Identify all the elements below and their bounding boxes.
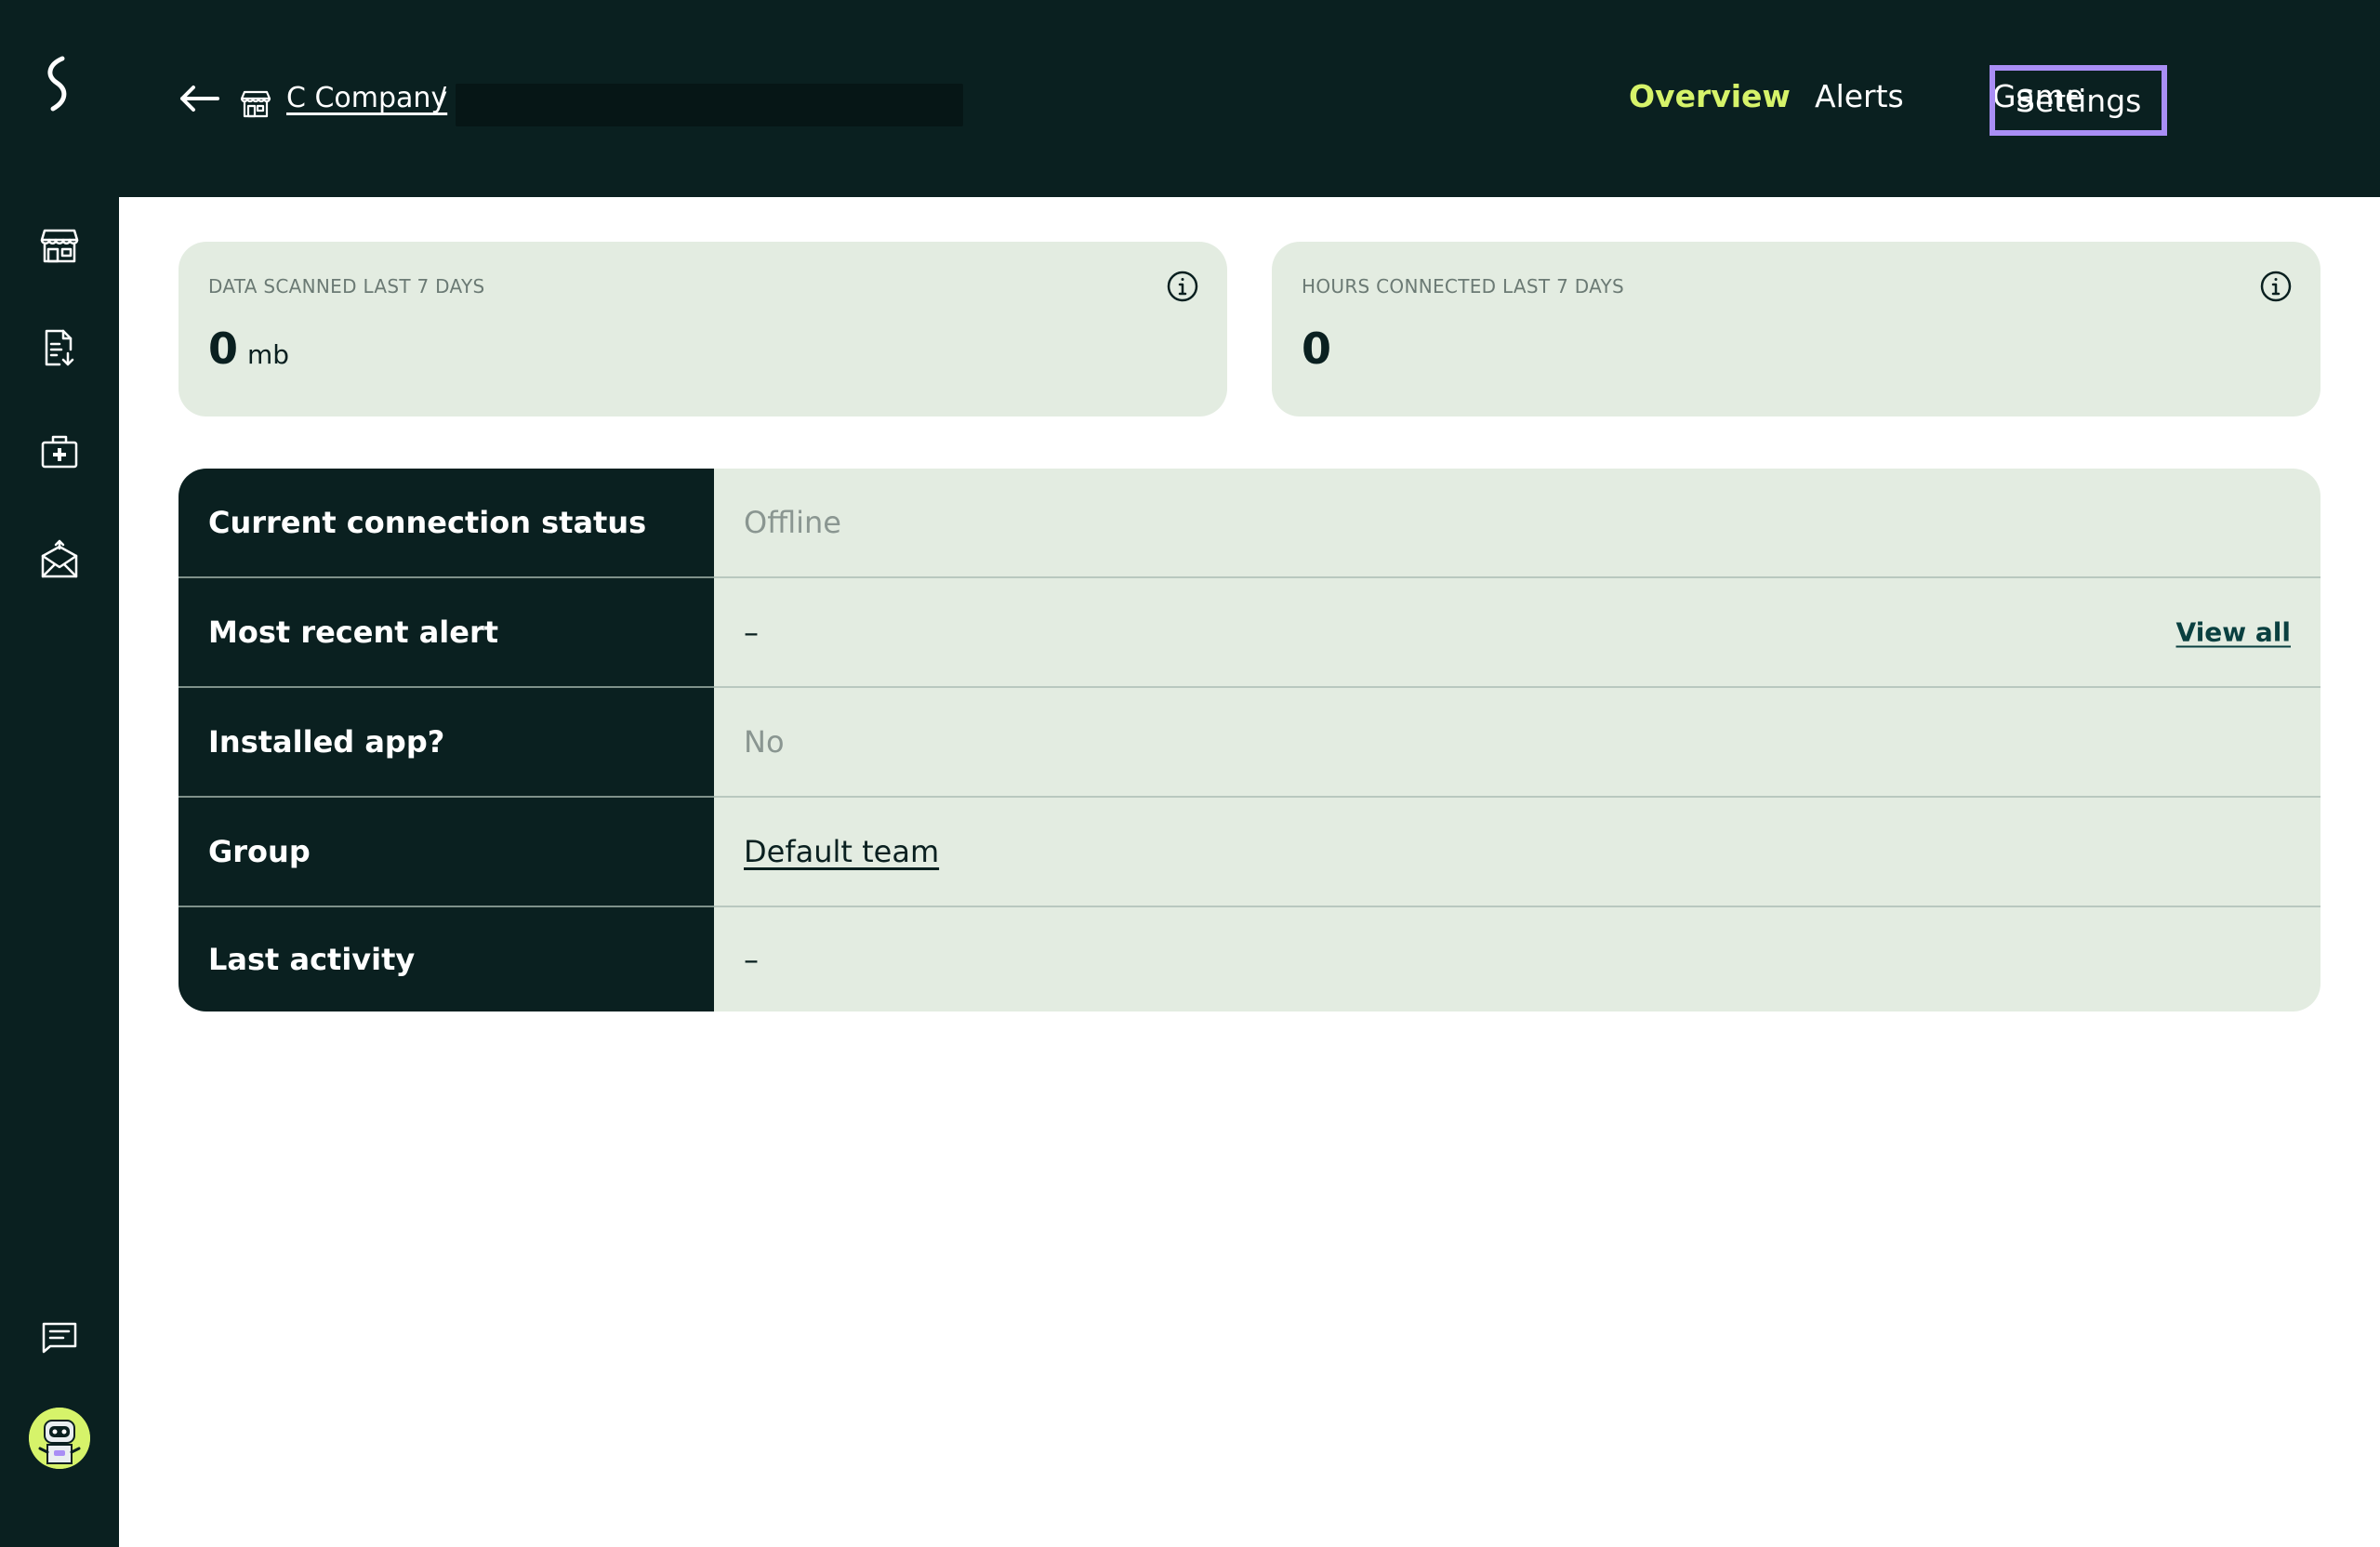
hours-connected-card: HOURS CONNECTED LAST 7 DAYS 0 — [1272, 242, 2320, 416]
breadcrumb-company-link[interactable]: C Company — [286, 82, 447, 114]
table-row: Last activity – — [178, 907, 2320, 1012]
row-label: Group — [178, 798, 714, 906]
info-icon[interactable] — [2259, 270, 2293, 303]
last-activity-value: – — [744, 942, 759, 977]
data-scanned-card: DATA SCANNED LAST 7 DAYS 0 mb — [178, 242, 1227, 416]
connection-status-value: Offline — [744, 505, 841, 540]
hours-connected-label: HOURS CONNECTED LAST 7 DAYS — [1302, 275, 1625, 298]
data-scanned-number: 0 — [208, 324, 239, 374]
tab-alerts[interactable]: Alerts — [1811, 78, 1908, 114]
group-value: Default team — [714, 798, 2320, 906]
data-scanned-label: DATA SCANNED LAST 7 DAYS — [208, 275, 485, 298]
back-arrow-icon[interactable] — [175, 78, 223, 119]
avatar[interactable] — [29, 1408, 90, 1469]
tab-settings[interactable]: Settings — [1990, 65, 2168, 136]
row-label: Last activity — [178, 907, 714, 1012]
tab-overview[interactable]: Overview — [1625, 78, 1794, 114]
installed-app-value: No — [744, 724, 785, 760]
first-aid-icon[interactable] — [32, 424, 87, 480]
table-row: Group Default team — [178, 798, 2320, 906]
breadcrumb-separator: / — [437, 82, 447, 114]
table-row: Installed app? No — [178, 688, 2320, 796]
row-label: Most recent alert — [178, 578, 714, 686]
view-all-alerts-link[interactable]: View all — [2176, 617, 2291, 648]
group-link[interactable]: Default team — [744, 834, 939, 869]
device-details-table: Current connection status Offline Most r… — [178, 469, 2320, 1012]
row-label: Current connection status — [178, 469, 714, 576]
store-icon[interactable] — [32, 218, 87, 273]
data-scanned-value: 0 mb — [208, 324, 289, 374]
report-download-icon[interactable] — [32, 320, 87, 376]
chat-icon[interactable] — [32, 1309, 87, 1365]
recent-alert-text: – — [744, 615, 759, 650]
table-row: Current connection status Offline — [178, 469, 2320, 576]
breadcrumb-current-redacted — [456, 84, 963, 126]
data-scanned-unit: mb — [247, 339, 290, 370]
table-row: Most recent alert – View all — [178, 578, 2320, 686]
info-icon[interactable] — [1166, 270, 1199, 303]
sidebar — [0, 0, 119, 1547]
brand-logo-icon[interactable] — [32, 56, 87, 112]
row-label: Installed app? — [178, 688, 714, 796]
hours-connected-value: 0 — [1302, 324, 1332, 374]
store-icon — [240, 87, 271, 119]
recent-alert-value: – View all — [714, 578, 2320, 686]
mail-alert-icon[interactable] — [32, 532, 87, 588]
